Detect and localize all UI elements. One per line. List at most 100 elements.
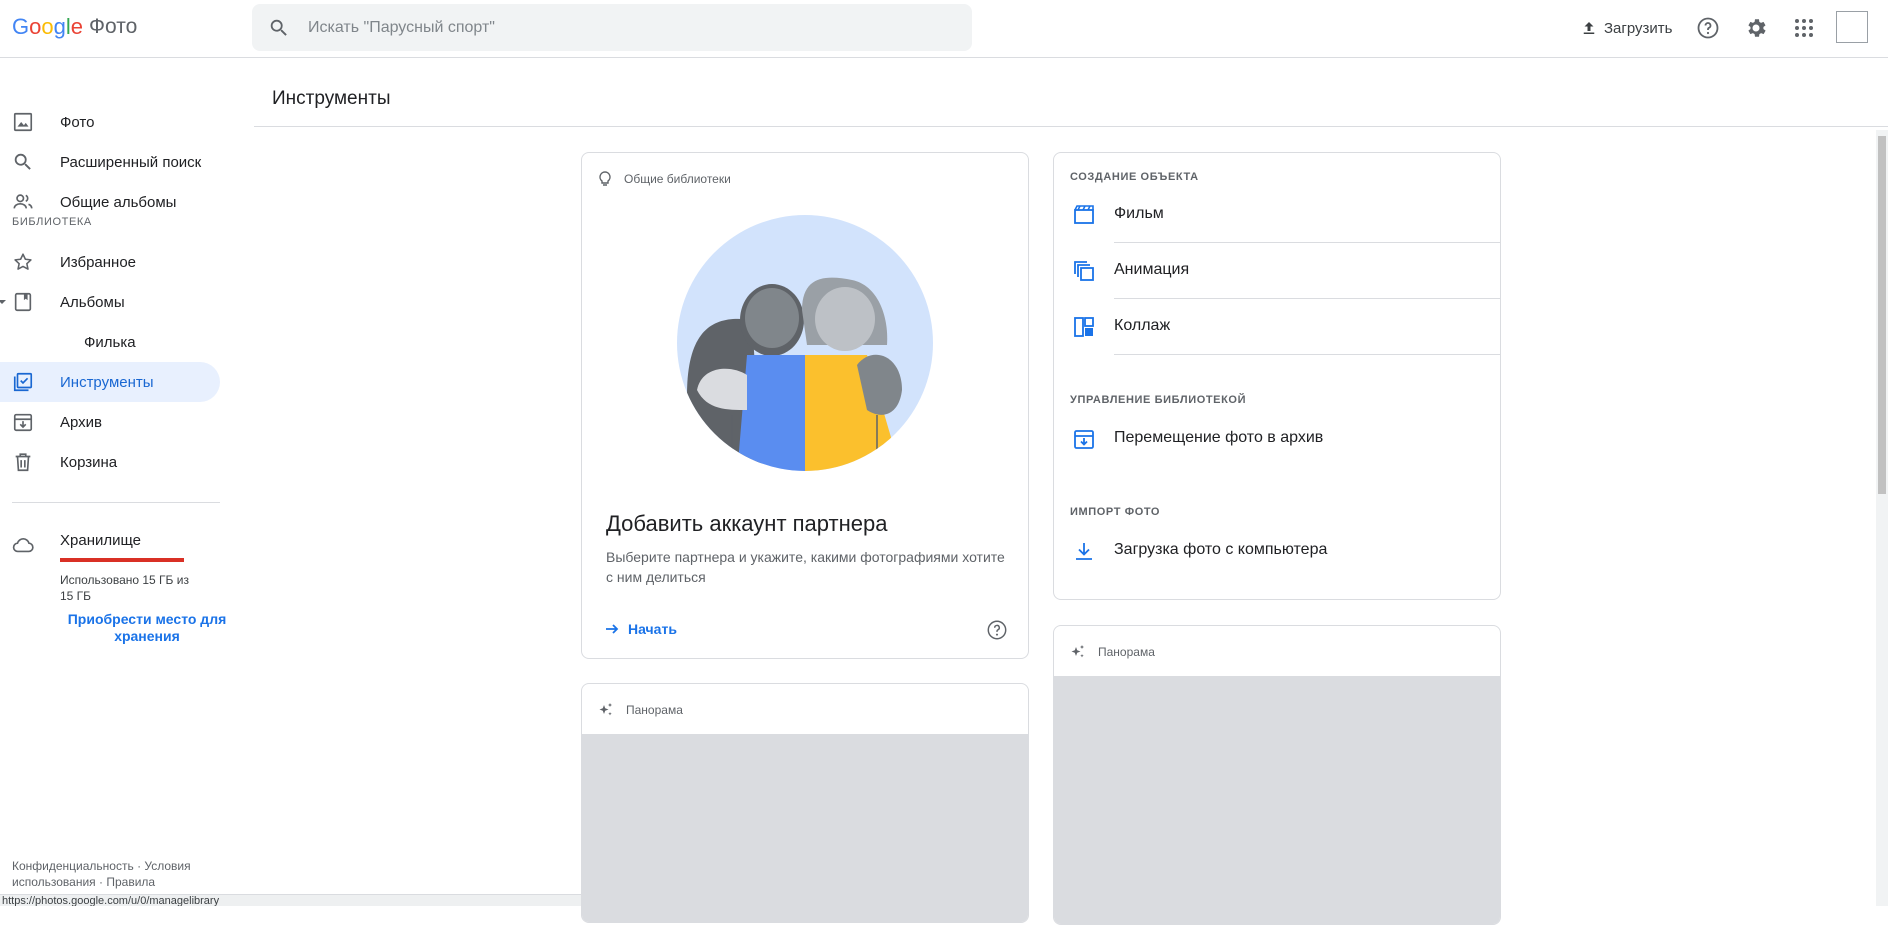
sidebar-item-archive[interactable]: Архив	[0, 402, 220, 442]
tool-label: Коллаж	[1114, 317, 1171, 334]
upload-icon	[1583, 22, 1595, 34]
sidebar-item-label: Избранное	[60, 253, 137, 271]
tool-label: Перемещение фото в архив	[1114, 429, 1324, 446]
tool-label: Загрузка фото с компьютера	[1114, 541, 1328, 558]
logo-google-text: Google	[12, 14, 84, 39]
sparkle-icon	[1071, 645, 1084, 658]
search-icon	[270, 19, 287, 36]
storage-used-text: Использовано 15 ГБ из 15 ГБ	[60, 573, 189, 603]
sidebar-item-advanced-search[interactable]: Расширенный поиск	[0, 142, 220, 182]
card-header: Панорама	[1070, 644, 1155, 660]
movie-icon	[1074, 205, 1094, 224]
tools-card: СОЗДАНИЕ ОБЪЕКТА Фильм Анимация Коллаж У…	[1053, 152, 1501, 600]
policy-link[interactable]: Правила	[106, 875, 155, 889]
cloud-icon	[12, 538, 34, 553]
card-header: Панорама	[598, 702, 683, 718]
sidebar-item-label: Альбомы	[60, 293, 125, 311]
browser-status-url: https://photos.google.com/u/0/managelibr…	[0, 894, 620, 906]
partner-illustration	[677, 215, 933, 471]
sidebar-item-favorites[interactable]: Избранное	[0, 242, 220, 282]
apps-grid-icon	[1795, 19, 1813, 37]
caret-down-icon[interactable]	[0, 298, 6, 306]
help-icon[interactable]	[986, 619, 1008, 641]
panorama-card[interactable]: Панорама	[1053, 625, 1501, 925]
collage-icon	[1074, 317, 1094, 337]
start-button[interactable]: Начать	[604, 621, 677, 637]
sidebar-item-label: Фото	[60, 113, 95, 131]
import-heading: ИМПОРТ ФОТО	[1070, 506, 1161, 518]
partner-card-description: Выберите партнера и укажите, какими фото…	[606, 549, 1005, 585]
scrollbar[interactable]	[1876, 130, 1888, 906]
google-photos-logo[interactable]: Google Фото	[12, 14, 137, 40]
storage-usage-bar	[60, 558, 184, 562]
archive-icon	[1074, 430, 1094, 449]
search-input[interactable]	[308, 4, 948, 51]
page-title: Инструменты	[272, 88, 391, 109]
star-icon	[14, 253, 32, 270]
tool-label: Анимация	[1114, 261, 1190, 278]
sidebar-item-trash[interactable]: Корзина	[0, 442, 220, 482]
top-bar: Google Фото Загрузить	[0, 0, 1888, 58]
privacy-link[interactable]: Конфиденциальность	[12, 859, 134, 873]
tool-animation[interactable]: Анимация	[1054, 243, 1500, 299]
tool-movie[interactable]: Фильм	[1054, 187, 1500, 243]
panorama-preview	[1054, 676, 1500, 924]
lightbulb-icon	[599, 171, 611, 186]
apps-button[interactable]	[1790, 14, 1818, 42]
tool-archive-photos[interactable]: Перемещение фото в архив	[1054, 411, 1500, 467]
storage-title[interactable]: Хранилище	[60, 532, 141, 549]
sidebar: Фото Расширенный поиск Общие альбомы БИБ…	[0, 58, 230, 906]
sidebar-item-albums[interactable]: Альбомы	[0, 282, 220, 322]
row-divider	[1114, 354, 1500, 355]
start-label: Начать	[628, 621, 677, 637]
tools-icon	[13, 372, 33, 392]
people-icon	[13, 194, 33, 209]
logo-product: Фото	[89, 15, 138, 38]
sidebar-item-label: Инструменты	[60, 373, 154, 391]
create-heading: СОЗДАНИЕ ОБЪЕКТА	[1070, 171, 1199, 183]
gear-icon	[1748, 19, 1766, 37]
help-button[interactable]	[1694, 14, 1722, 42]
upload-button[interactable]: Загрузить	[1580, 14, 1673, 42]
sidebar-item-label: Архив	[60, 413, 103, 431]
title-divider	[254, 126, 1888, 127]
arrow-right-icon	[606, 624, 619, 634]
animation-icon	[1074, 261, 1094, 281]
footer-links: Конфиденциальность · Условия использован…	[12, 858, 222, 890]
sparkle-icon	[599, 703, 612, 716]
sidebar-item-album-filka[interactable]: Филька	[0, 322, 220, 362]
help-icon	[1697, 17, 1719, 39]
sidebar-item-label: Общие альбомы	[60, 193, 177, 211]
settings-button[interactable]	[1742, 14, 1770, 42]
panorama-preview	[582, 734, 1028, 922]
download-icon	[1076, 543, 1092, 560]
footer-separator: ·	[137, 859, 142, 873]
footer-separator: ·	[99, 875, 103, 889]
sidebar-item-label: Расширенный поиск	[60, 153, 202, 171]
upload-label: Загрузить	[1604, 19, 1673, 37]
card-header-label: Панорама	[626, 703, 683, 717]
archive-icon	[13, 413, 33, 432]
trash-icon	[15, 453, 31, 472]
album-icon	[14, 292, 32, 312]
tool-upload-from-computer[interactable]: Загрузка фото с компьютера	[1054, 523, 1500, 579]
tool-collage[interactable]: Коллаж	[1054, 299, 1500, 355]
panorama-card[interactable]: Панорама	[581, 683, 1029, 923]
partner-card-title: Добавить аккаунт партнера	[606, 511, 888, 536]
library-heading: БИБЛИОТЕКА	[12, 216, 92, 228]
sidebar-divider	[12, 502, 220, 503]
card-header-label: Панорама	[1098, 645, 1155, 659]
sidebar-item-label: Корзина	[60, 453, 118, 471]
buy-storage-link[interactable]: Приобрести место для хранения	[62, 611, 232, 645]
scrollbar-thumb[interactable]	[1878, 136, 1886, 494]
card-header: Общие библиотеки	[598, 171, 731, 187]
partner-sharing-card: Общие библиотеки Добавить аккаунт партне…	[581, 152, 1029, 659]
tool-label: Фильм	[1114, 205, 1164, 222]
search-icon	[14, 153, 31, 170]
sidebar-item-photos[interactable]: Фото	[0, 102, 220, 142]
card-header-label: Общие библиотеки	[624, 172, 731, 186]
sidebar-item-tools[interactable]: Инструменты	[0, 362, 220, 402]
photo-icon	[13, 112, 33, 132]
avatar[interactable]	[1836, 11, 1868, 43]
search-box[interactable]	[252, 4, 972, 51]
